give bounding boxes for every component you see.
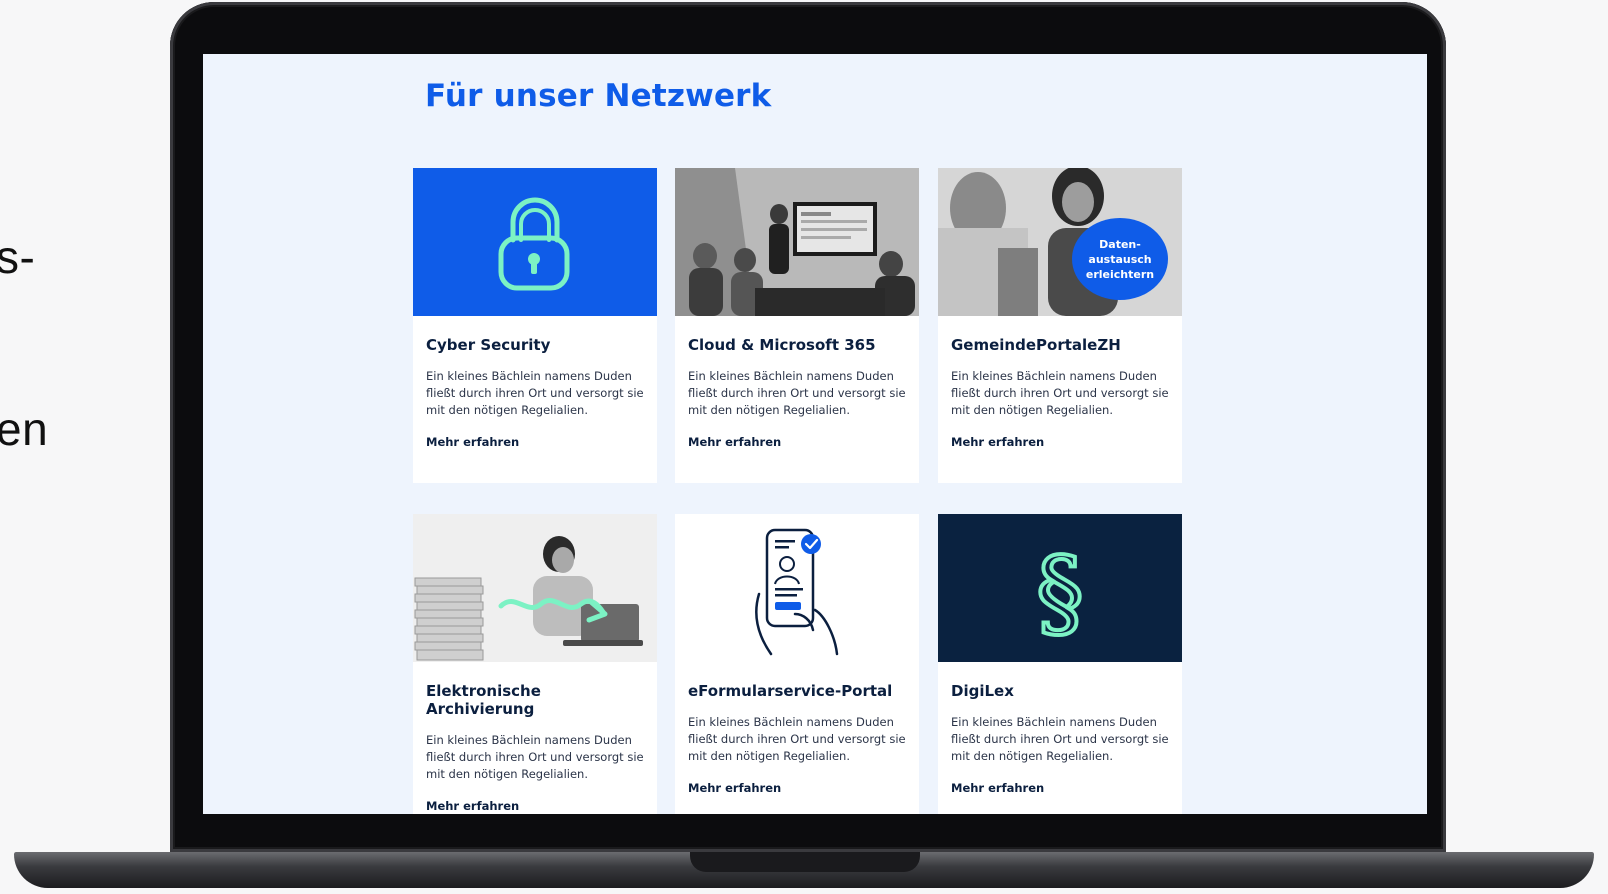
card-image xyxy=(675,514,919,662)
card-description: Ein kleines Bächlein namens Duden fließt… xyxy=(426,369,644,417)
card-title: Cloud & Microsoft 365 xyxy=(688,336,876,354)
more-info-link[interactable]: Mehr erfahren xyxy=(688,781,781,795)
service-card-cyber-security[interactable]: Cyber Security Ein kleines Bächlein name… xyxy=(413,168,657,483)
card-image: § xyxy=(938,514,1182,662)
card-image xyxy=(675,168,919,316)
svg-text:§: § xyxy=(1036,537,1084,649)
meeting-presentation-photo xyxy=(675,168,919,316)
card-image: Daten- austausch erleichtern xyxy=(938,168,1182,316)
laptop-screen: Für unser Netzwerk Cyber Security Ein kl… xyxy=(203,54,1427,814)
more-info-link[interactable]: Mehr erfahren xyxy=(951,435,1044,449)
laptop-hinge-notch xyxy=(690,852,920,872)
padlock-icon xyxy=(498,197,570,291)
phone-id-check-icon xyxy=(755,528,839,656)
service-card-cloud-microsoft-365[interactable]: Cloud & Microsoft 365 Ein kleines Bächle… xyxy=(675,168,919,483)
more-info-link[interactable]: Mehr erfahren xyxy=(426,435,519,449)
cropped-text-fragment: en xyxy=(0,403,49,455)
card-title: DigiLex xyxy=(951,682,1014,700)
speech-bubble-badge: Daten- austausch erleichtern xyxy=(1072,218,1168,300)
card-description: Ein kleines Bächlein namens Duden fließt… xyxy=(951,369,1169,417)
more-info-link[interactable]: Mehr erfahren xyxy=(951,781,1044,795)
more-info-link[interactable]: Mehr erfahren xyxy=(688,435,781,449)
card-title: Elektronische Archivierung xyxy=(426,682,541,718)
service-card-digilex[interactable]: § DigiLex Ein kleines Bächlein namens Du… xyxy=(938,514,1182,814)
card-title: GemeindePortaleZH xyxy=(951,336,1121,354)
card-image xyxy=(413,168,657,316)
card-description: Ein kleines Bächlein namens Duden fließt… xyxy=(426,733,644,781)
paragraph-symbol-icon: § xyxy=(1034,535,1086,651)
card-image xyxy=(413,514,657,662)
page-title: Für unser Netzwerk xyxy=(425,78,772,114)
card-description: Ein kleines Bächlein namens Duden fließt… xyxy=(688,715,906,763)
service-card-eformularservice-portal[interactable]: eFormularservice-Portal Ein kleines Bäch… xyxy=(675,514,919,814)
service-card-gemeindeportalezh[interactable]: Daten- austausch erleichtern GemeindePor… xyxy=(938,168,1182,483)
more-info-link[interactable]: Mehr erfahren xyxy=(426,799,519,813)
card-title: Cyber Security xyxy=(426,336,551,354)
card-title: eFormularservice-Portal xyxy=(688,682,893,700)
card-description: Ein kleines Bächlein namens Duden fließt… xyxy=(688,369,906,417)
card-description: Ein kleines Bächlein namens Duden fließt… xyxy=(951,715,1169,763)
woman-with-paper-stacks-photo xyxy=(413,514,657,662)
cropped-text-fragment: s- xyxy=(0,231,36,283)
service-card-elektronische-archivierung[interactable]: Elektronische Archivierung Ein kleines B… xyxy=(413,514,657,814)
